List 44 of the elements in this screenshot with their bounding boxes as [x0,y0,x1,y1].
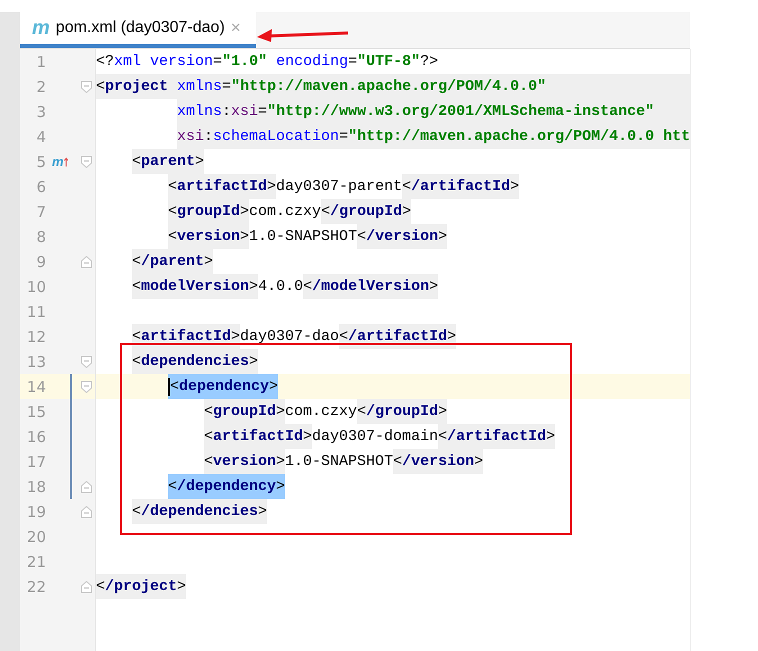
line-number: 9 [35,252,46,270]
fold-icon[interactable] [80,256,92,268]
fold-icon[interactable] [80,380,92,392]
code-line: <version>1.0-SNAPSHOT</version> [204,449,484,474]
code-line: <groupId>com.czxy</groupId> [168,199,412,224]
editor-tab[interactable]: m pom.xml (day0307-dao) × [20,12,256,48]
code-line: <artifactId>day0307-dao</artifactId> [132,324,456,349]
line-number: 16 [26,428,46,446]
line-number: 19 [26,502,46,520]
code-line: <artifactId>day0307-domain</artifactId> [204,424,556,449]
fold-icon[interactable] [80,580,92,592]
line-number: 14 [26,378,46,396]
override-marker[interactable]: m [52,154,64,169]
line-number: 3 [35,102,46,120]
code-line: <modelVersion>4.0.0</modelVersion> [132,274,438,299]
line-number: 12 [26,328,46,346]
fold-icon[interactable] [80,506,92,518]
close-icon[interactable]: × [230,18,241,38]
code-line: <artifactId>day0307-parent</artifactId> [168,174,520,199]
line-number: 17 [26,452,46,470]
line-number: 13 [26,352,46,370]
line-number: 15 [26,402,46,420]
fold-icon[interactable] [80,356,92,368]
code-line: <?xml version="1.0" encoding="UTF-8"?> [96,52,438,72]
fold-icon[interactable] [80,80,92,92]
code-line: <version>1.0-SNAPSHOT</version> [168,224,448,249]
maven-icon: m [32,16,50,40]
line-number: 22 [26,578,46,596]
line-number: 5 [35,152,46,170]
line-number: 10 [26,278,46,296]
line-number: 7 [35,202,46,220]
line-number: 8 [35,228,46,246]
line-number: 6 [35,178,46,196]
line-number: 4 [35,128,46,146]
line-number: 20 [26,528,46,546]
line-number: 1 [35,52,46,70]
line-number: 11 [26,302,46,320]
fold-icon[interactable] [80,480,92,492]
line-number: 21 [26,552,46,570]
code-line: <groupId>com.czxy</groupId> [204,399,448,424]
fold-icon[interactable] [80,156,92,168]
up-arrow-icon [64,156,68,168]
line-number: 18 [26,478,46,496]
line-number: 2 [35,78,46,96]
